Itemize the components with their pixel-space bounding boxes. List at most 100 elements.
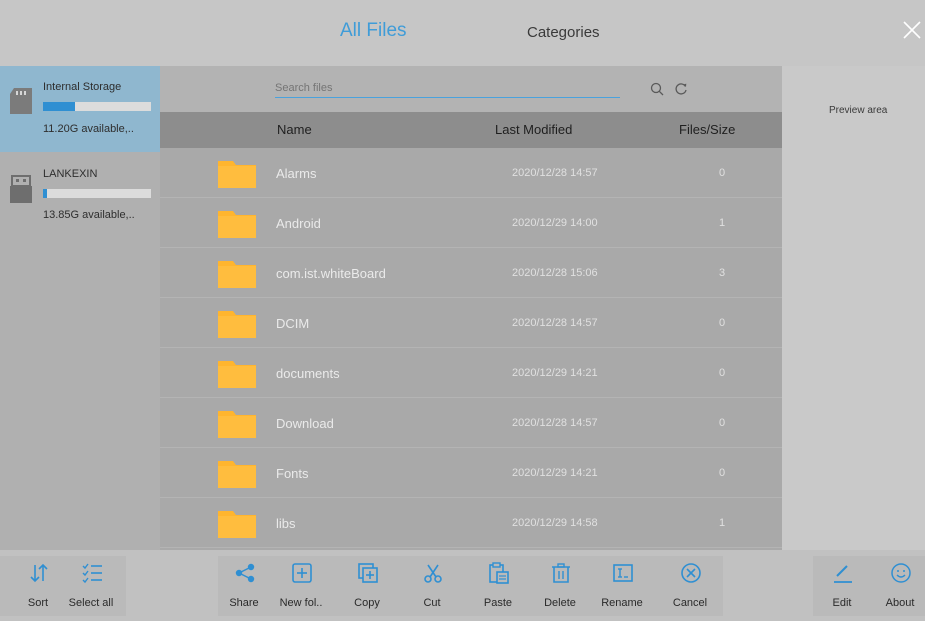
file-modified: 2020/12/29 14:00 [512, 217, 598, 229]
table-row[interactable]: Alarms 2020/12/28 14:57 0 [160, 148, 782, 198]
column-last-modified[interactable]: Last Modified [495, 122, 572, 137]
storage-available: 11.20G available,.. [43, 123, 134, 135]
copy-icon [358, 563, 378, 583]
folder-icon [218, 311, 256, 338]
toolbar-group-right: Edit About [813, 556, 925, 616]
file-name: Fonts [276, 466, 309, 481]
table-row[interactable]: libs 2020/12/29 14:58 1 [160, 498, 782, 548]
storage-name: Internal Storage [43, 81, 122, 93]
cancel-button[interactable]: Cancel [666, 556, 714, 616]
storage-pane: Internal Storage 11.20G available,.. LAN… [0, 66, 160, 550]
column-headers: Name Last Modified Files/Size [160, 112, 782, 148]
cut-label: Cut [423, 597, 441, 609]
storage-usage-bar [43, 102, 151, 111]
table-row[interactable]: Android 2020/12/29 14:00 1 [160, 198, 782, 248]
cancel-label: Cancel [672, 597, 708, 609]
pencil-icon [834, 565, 852, 583]
edit-label: Edit [832, 597, 852, 609]
table-row[interactable]: Download 2020/12/28 14:57 0 [160, 398, 782, 448]
checklist-icon [82, 563, 102, 584]
folder-icon [218, 161, 256, 188]
copy-button[interactable]: Copy [343, 556, 391, 616]
copy-label: Copy [354, 597, 380, 609]
delete-label: Delete [544, 597, 576, 609]
search-input[interactable] [275, 78, 620, 98]
file-name: documents [276, 366, 340, 381]
file-modified: 2020/12/28 14:57 [512, 317, 598, 329]
file-count: 0 [719, 367, 726, 379]
file-modified: 2020/12/29 14:58 [512, 517, 598, 529]
file-count: 1 [719, 517, 726, 529]
new-folder-label: New fol.. [279, 597, 323, 609]
paste-button[interactable]: Paste [474, 556, 522, 616]
file-count: 0 [719, 467, 726, 479]
refresh-icon[interactable] [674, 82, 688, 96]
search-bar [160, 66, 782, 112]
storage-usage-bar [43, 189, 151, 198]
storage-name: LANKEXIN [43, 168, 98, 180]
add-icon [292, 563, 312, 583]
toolbar-group-actions: Share New fol.. Copy Cut Paste Delete Re… [218, 556, 723, 616]
cancel-icon [681, 563, 701, 583]
folder-icon [218, 261, 256, 288]
storage-usage-fill [43, 102, 76, 111]
file-name: com.ist.whiteBoard [276, 266, 386, 281]
delete-button[interactable]: Delete [536, 556, 584, 616]
sort-icon [30, 563, 48, 583]
file-name: Alarms [276, 166, 317, 181]
toolbar-group-left: Sort Select all [0, 556, 126, 616]
storage-usage-fill [43, 189, 48, 198]
tab-categories[interactable]: Categories [527, 24, 600, 41]
paste-label: Paste [483, 597, 513, 609]
column-files-size[interactable]: Files/Size [679, 122, 735, 137]
sd-card-icon [10, 88, 32, 114]
cut-button[interactable]: Cut [408, 556, 456, 616]
bottom-toolbar: Sort Select all Share New fol.. Copy Cut… [0, 550, 925, 621]
folder-icon [218, 361, 256, 388]
table-row[interactable]: Fonts 2020/12/29 14:21 0 [160, 448, 782, 498]
select-all-button[interactable]: Select all [67, 556, 115, 616]
file-name: Android [276, 216, 321, 231]
folder-icon [218, 211, 256, 238]
preview-label: Preview area [829, 105, 888, 116]
share-icon [235, 563, 255, 583]
file-list-pane: Name Last Modified Files/Size Alarms 2020… [160, 66, 782, 550]
storage-available: 13.85G available,.. [43, 209, 135, 221]
file-count: 3 [719, 267, 726, 279]
file-count: 0 [719, 317, 726, 329]
table-row[interactable]: documents 2020/12/29 14:21 0 [160, 348, 782, 398]
folder-icon [218, 511, 256, 538]
edit-button[interactable]: Edit [818, 556, 866, 616]
file-modified: 2020/12/29 14:21 [512, 467, 598, 479]
storage-item-internal[interactable]: Internal Storage 11.20G available,.. [0, 66, 160, 152]
storage-item-usb[interactable]: LANKEXIN 13.85G available,.. [0, 152, 160, 238]
about-label: About [885, 597, 915, 609]
close-icon[interactable] [902, 20, 922, 40]
search-icon[interactable] [650, 82, 664, 96]
file-modified: 2020/12/28 14:57 [512, 417, 598, 429]
smiley-icon [891, 563, 911, 583]
tab-all-files[interactable]: All Files [340, 20, 407, 42]
file-name: Download [276, 416, 334, 431]
about-button[interactable]: About [876, 556, 924, 616]
folder-icon [218, 461, 256, 488]
rename-label: Rename [601, 597, 643, 609]
sort-button[interactable]: Sort [14, 556, 62, 616]
folder-icon [218, 411, 256, 438]
file-count: 1 [719, 217, 726, 229]
usb-drive-icon [10, 175, 32, 203]
new-folder-button[interactable]: New fol.. [277, 556, 325, 616]
rename-icon [613, 564, 633, 582]
share-button[interactable]: Share [220, 556, 268, 616]
paste-icon [489, 562, 509, 584]
top-bar: All Files Categories [0, 0, 925, 66]
table-row[interactable]: com.ist.whiteBoard 2020/12/28 15:06 3 [160, 248, 782, 298]
file-modified: 2020/12/28 15:06 [512, 267, 598, 279]
file-modified: 2020/12/29 14:21 [512, 367, 598, 379]
table-row[interactable]: DCIM 2020/12/28 14:57 0 [160, 298, 782, 348]
file-count: 0 [719, 417, 726, 429]
rename-button[interactable]: Rename [598, 556, 646, 616]
file-count: 0 [719, 167, 726, 179]
column-name[interactable]: Name [277, 122, 312, 137]
file-name: DCIM [276, 316, 310, 331]
